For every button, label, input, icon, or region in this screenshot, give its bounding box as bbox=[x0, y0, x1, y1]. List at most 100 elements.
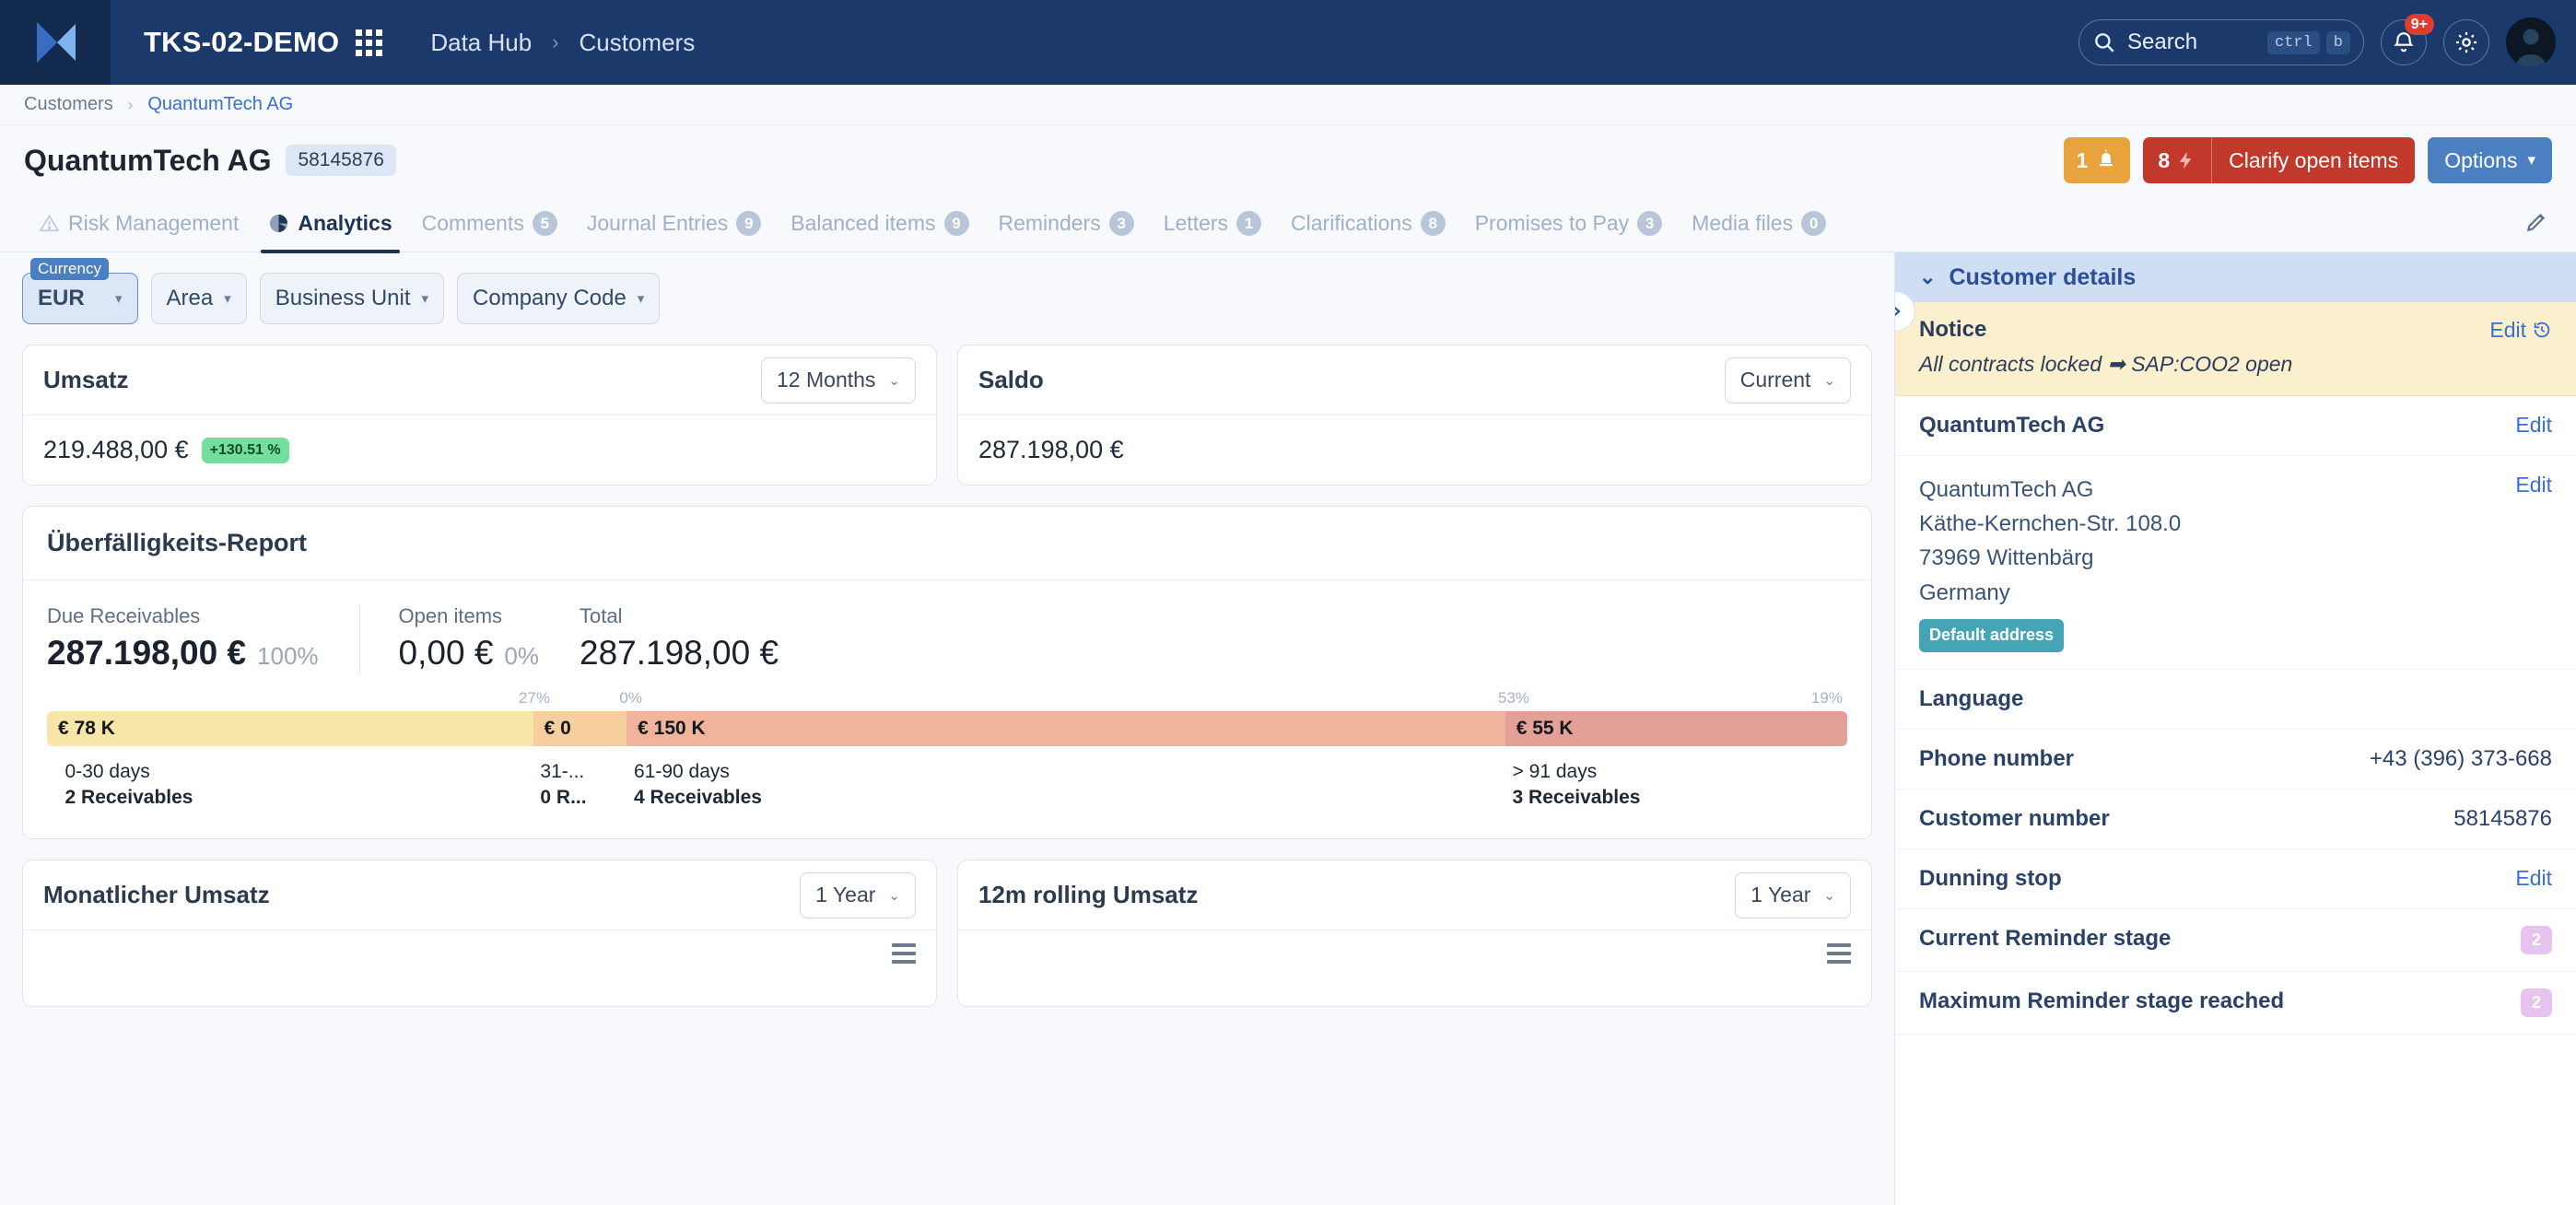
aging-label-range: 0-30 days bbox=[64, 761, 150, 782]
nav-breadcrumb-customers[interactable]: Customers bbox=[580, 29, 696, 57]
tab-media-files[interactable]: Media files 0 bbox=[1677, 195, 1841, 252]
rolling-umsatz-range-value: 1 Year bbox=[1751, 883, 1811, 907]
dunning-stop-edit[interactable]: Edit bbox=[2515, 866, 2552, 891]
aging-bar-segment-61-90[interactable]: € 150 K bbox=[626, 711, 1505, 746]
umsatz-card-title: Umsatz bbox=[43, 366, 129, 393]
chevron-down-icon: ▾ bbox=[115, 291, 123, 307]
filter-business-unit[interactable]: Business Unit ▾ bbox=[259, 273, 445, 324]
stat-percent: 100% bbox=[257, 642, 319, 670]
filter-company-code[interactable]: Company Code ▾ bbox=[457, 273, 661, 324]
analytics-main-panel: Currency EUR ▾ Area ▾ Business Unit ▾ Co… bbox=[0, 252, 1894, 1205]
umsatz-value: 219.488,00 € bbox=[43, 436, 189, 463]
tab-analytics[interactable]: Analytics bbox=[253, 195, 406, 253]
clarify-count-section[interactable]: 8 bbox=[2143, 137, 2213, 183]
sidebar-row-dunning-stop: Dunning stop Edit bbox=[1895, 849, 2576, 909]
stat-total: Total 287.198,00 € bbox=[580, 604, 819, 673]
settings-button[interactable] bbox=[2443, 19, 2489, 65]
pencil-icon[interactable] bbox=[2524, 210, 2548, 240]
filter-area-label: Area bbox=[166, 286, 214, 310]
clarify-count: 8 bbox=[2158, 147, 2171, 172]
sidebar-row-customer-number: Customer number 58145876 bbox=[1895, 790, 2576, 849]
aging-label-count: 3 Receivables bbox=[1512, 787, 1641, 808]
tab-clarifications[interactable]: Clarifications 8 bbox=[1276, 195, 1460, 252]
app-grid-icon[interactable] bbox=[356, 29, 383, 56]
tab-label: Promises to Pay bbox=[1474, 211, 1630, 235]
filter-area[interactable]: Area ▾ bbox=[150, 273, 247, 324]
logo-icon bbox=[37, 22, 76, 63]
sidebar-address-row: QuantumTech AG Käthe-Kernchen-Str. 108.0… bbox=[1895, 456, 2576, 670]
hamburger-menu-icon[interactable] bbox=[43, 943, 916, 964]
breadcrumb-current[interactable]: QuantumTech AG bbox=[147, 94, 293, 115]
monatlicher-umsatz-card: Monatlicher Umsatz 1 Year ⌄ bbox=[22, 860, 937, 1007]
filter-currency[interactable]: Currency EUR ▾ bbox=[22, 258, 138, 324]
monatlicher-umsatz-header: Monatlicher Umsatz 1 Year ⌄ bbox=[23, 860, 936, 930]
aging-percent-labels: 27% 0% 53% 19% bbox=[47, 689, 1847, 709]
status-badge: 2 bbox=[2520, 988, 2552, 1017]
customer-details-title: Customer details bbox=[1949, 263, 2137, 290]
clarify-open-items-button[interactable]: 8 Clarify open items bbox=[2143, 137, 2416, 183]
monatlicher-umsatz-range-select[interactable]: 1 Year ⌄ bbox=[800, 872, 916, 918]
aging-bar-segment-31-60[interactable]: € 0 bbox=[533, 711, 627, 746]
tab-comments[interactable]: Comments 5 bbox=[407, 195, 572, 252]
aging-bar-segment-91-plus[interactable]: € 55 K bbox=[1505, 711, 1847, 746]
app-logo[interactable] bbox=[0, 0, 111, 85]
nav-breadcrumb-data-hub[interactable]: Data Hub bbox=[430, 29, 532, 57]
umsatz-card-header: Umsatz 12 Months ⌄ bbox=[23, 345, 936, 415]
page-body: Currency EUR ▾ Area ▾ Business Unit ▾ Co… bbox=[0, 252, 2576, 1205]
saldo-range-select[interactable]: Current ⌄ bbox=[1724, 357, 1851, 404]
tab-promises-to-pay[interactable]: Promises to Pay 3 bbox=[1460, 195, 1677, 252]
sidebar-row-key: Language bbox=[1919, 685, 2024, 711]
alarm-button[interactable]: 1 bbox=[2063, 137, 2131, 183]
chevron-right-icon: › bbox=[127, 95, 134, 113]
notice-edit-label: Edit bbox=[2489, 317, 2526, 342]
options-button[interactable]: Options ▾ bbox=[2428, 137, 2552, 183]
sidebar-row-value: 58145876 bbox=[2453, 805, 2552, 831]
tab-letters[interactable]: Letters 1 bbox=[1149, 195, 1276, 252]
tab-label: Balanced items bbox=[790, 211, 936, 235]
tab-label: Analytics bbox=[298, 211, 392, 235]
tab-balanced-items[interactable]: Balanced items 9 bbox=[776, 195, 983, 252]
customer-details-header[interactable]: ⌄ Customer details bbox=[1895, 252, 2576, 302]
monatlicher-umsatz-title: Monatlicher Umsatz bbox=[43, 881, 270, 908]
sidebar-address-edit[interactable]: Edit bbox=[2515, 473, 2552, 497]
notifications-button[interactable]: 9+ bbox=[2381, 14, 2434, 65]
stat-value: 287.198,00 € bbox=[47, 634, 247, 672]
avatar[interactable] bbox=[2506, 18, 2556, 67]
sidebar-row-max-reminder-stage: Maximum Reminder stage reached 2 bbox=[1895, 972, 2576, 1035]
search-placeholder: Search bbox=[2127, 29, 2198, 54]
saldo-card-title: Saldo bbox=[978, 366, 1044, 393]
sidebar-row-key: Current Reminder stage bbox=[1919, 925, 2172, 951]
rolling-umsatz-range-select[interactable]: 1 Year ⌄ bbox=[1735, 872, 1851, 918]
sidebar-company-row: QuantumTech AG Edit bbox=[1895, 396, 2576, 456]
tab-label: Reminders bbox=[998, 211, 1101, 235]
chevron-down-icon: ⌄ bbox=[1919, 265, 1937, 288]
tab-reminders[interactable]: Reminders 3 bbox=[984, 195, 1149, 252]
breadcrumb-customers[interactable]: Customers bbox=[24, 94, 113, 115]
tab-count: 9 bbox=[943, 211, 969, 236]
aging-label-count: 4 Receivables bbox=[634, 787, 762, 808]
search-shortcut: ctrl b bbox=[2266, 30, 2350, 54]
search-shortcut-ctrl: ctrl bbox=[2266, 30, 2320, 54]
aging-bar-segment-0-30[interactable]: € 78 K bbox=[47, 711, 533, 746]
stat-open-items: Open items 0,00 € 0% bbox=[358, 604, 580, 673]
sidebar-company-edit[interactable]: Edit bbox=[2515, 413, 2552, 438]
tab-risk-management[interactable]: Risk Management bbox=[24, 195, 253, 252]
gear-icon bbox=[2455, 31, 2477, 53]
search-input[interactable]: Search ctrl b bbox=[2078, 19, 2364, 65]
sidebar-row-phone-number: Phone number +43 (396) 373-668 bbox=[1895, 730, 2576, 790]
clarify-label[interactable]: Clarify open items bbox=[2212, 137, 2415, 183]
sidebar-row-value: +43 (396) 373-668 bbox=[2369, 745, 2552, 771]
filter-business-unit-label: Business Unit bbox=[275, 286, 411, 310]
hamburger-menu-icon[interactable] bbox=[978, 943, 1851, 964]
monatlicher-umsatz-range-value: 1 Year bbox=[815, 883, 876, 907]
chevron-down-icon: ▾ bbox=[421, 291, 429, 307]
umsatz-range-select[interactable]: 12 Months ⌄ bbox=[761, 357, 916, 404]
tab-journal-entries[interactable]: Journal Entries 9 bbox=[572, 195, 776, 252]
customer-details-panel: ⌄ Customer details Notice Edit All contr… bbox=[1894, 252, 2576, 1205]
notice-section: Notice Edit All contracts locked ➡ SAP:C… bbox=[1895, 302, 2576, 396]
alarm-bell-icon bbox=[2100, 149, 2113, 167]
aging-label-31-60: 31-... 0 R... bbox=[540, 761, 586, 809]
notice-edit-button[interactable]: Edit bbox=[2489, 318, 2552, 343]
aging-label-range: > 91 days bbox=[1512, 761, 1598, 782]
tenant-name: TKS-02-DEMO bbox=[144, 26, 340, 58]
